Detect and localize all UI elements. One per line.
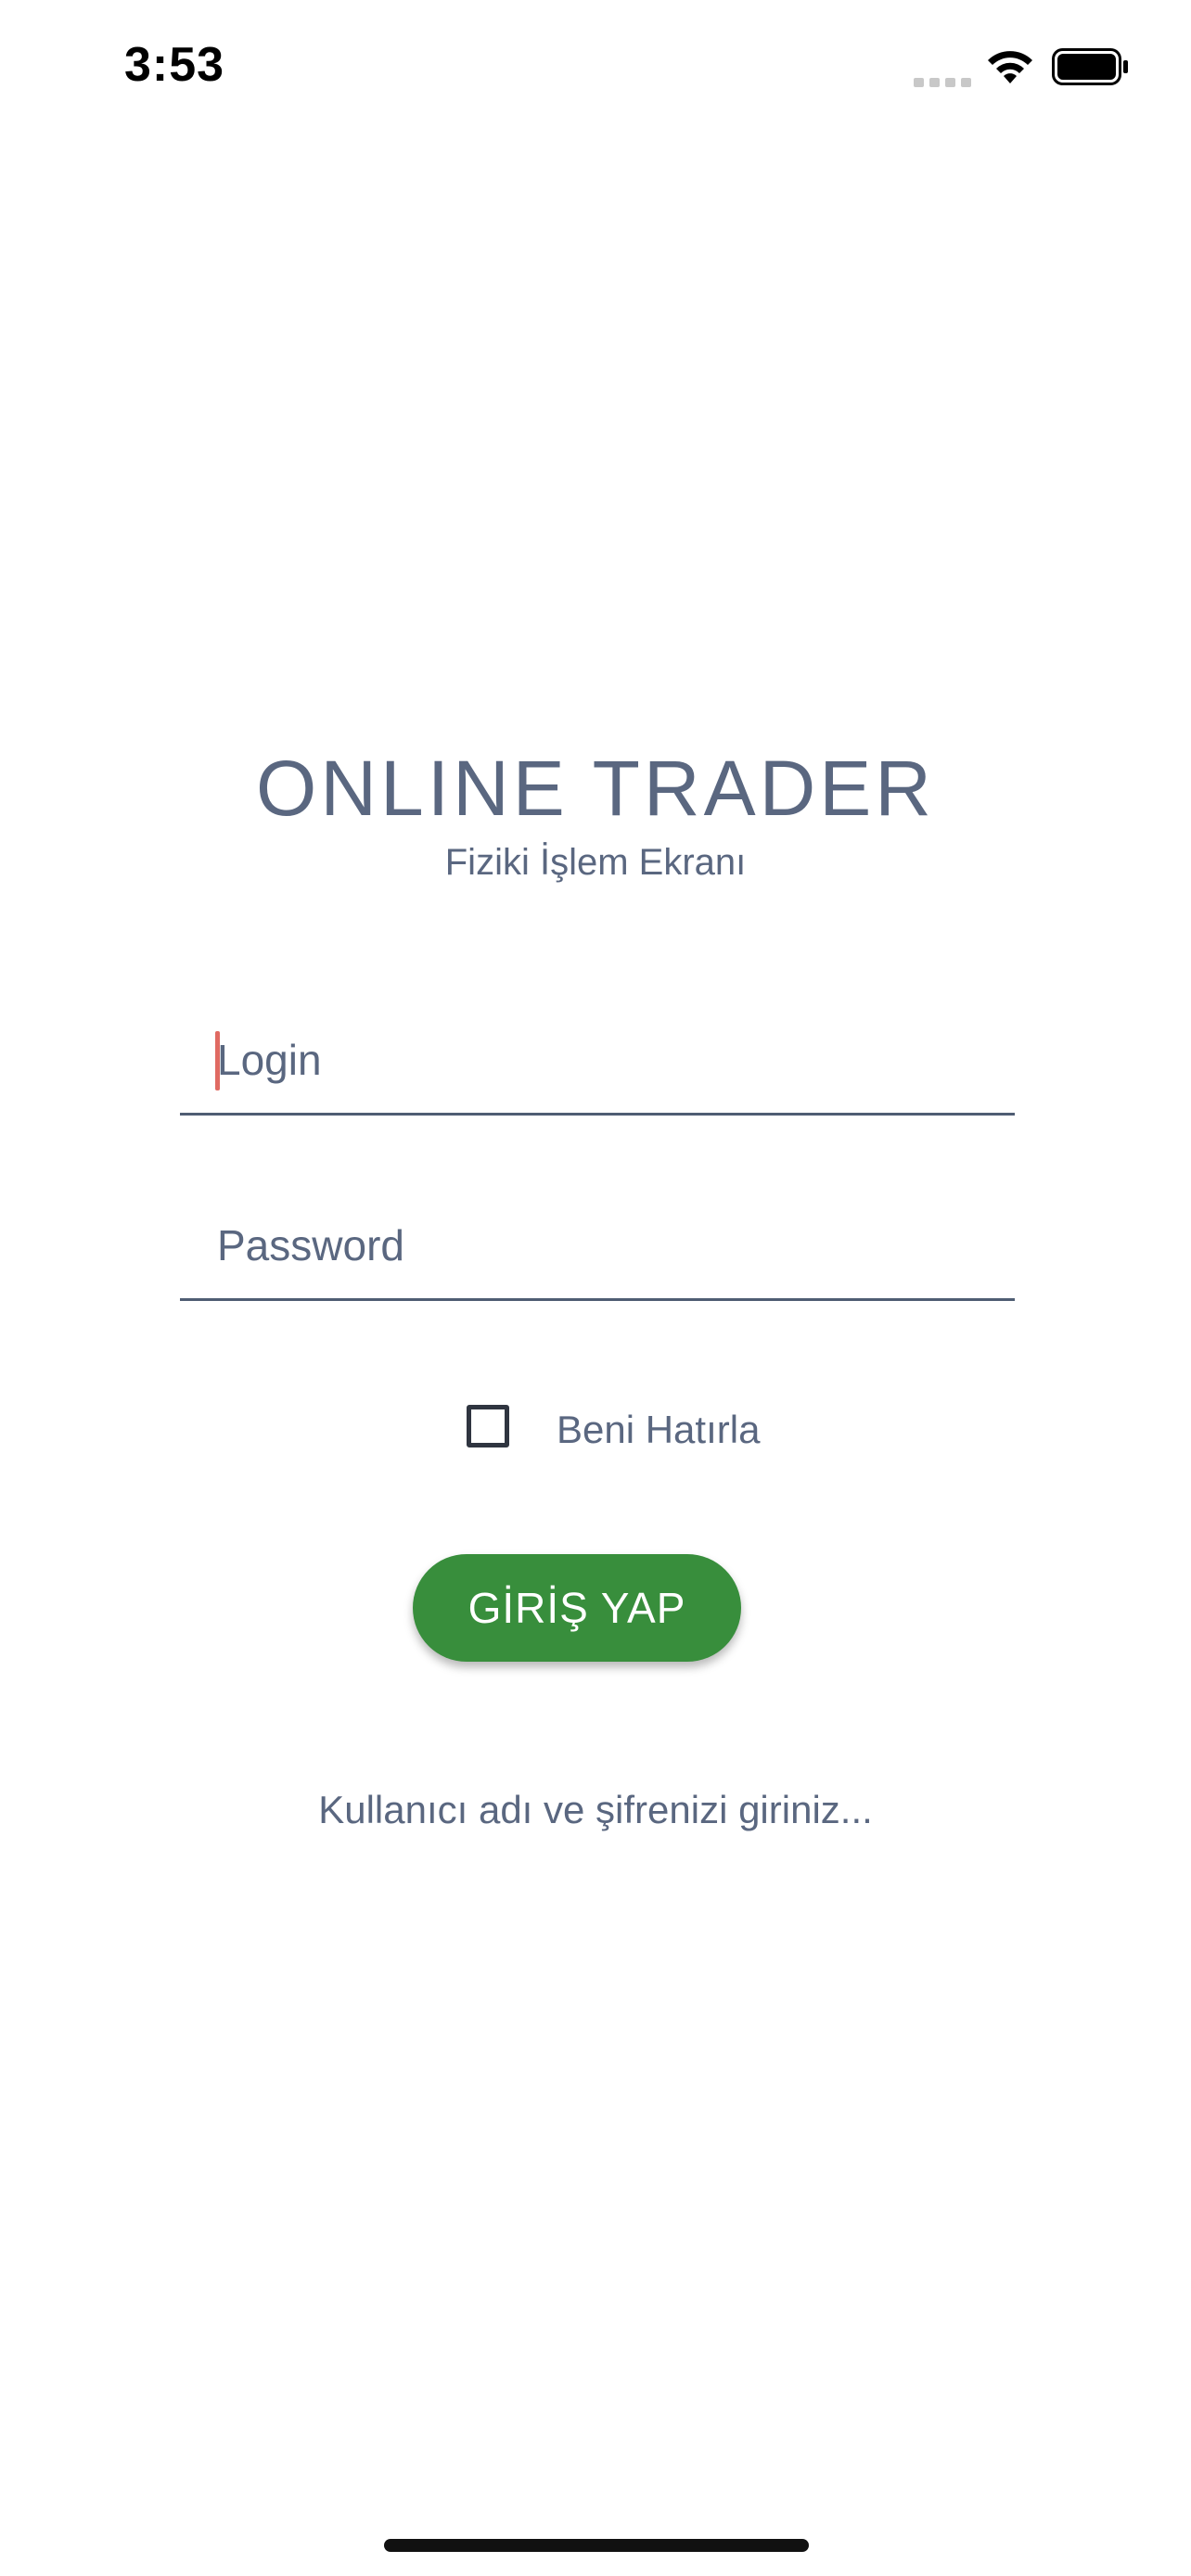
login-field[interactable] <box>180 1011 1015 1116</box>
status-time: 3:53 <box>124 38 225 92</box>
remember-me-row[interactable]: Beni Hatırla <box>464 1402 835 1458</box>
app-subtitle: Fiziki İşlem Ekranı <box>444 842 747 883</box>
status-bar: 3:53 <box>0 0 1191 139</box>
app-title: ONLINE TRADER <box>256 745 935 832</box>
cellular-signal-icon <box>914 78 971 87</box>
remember-me-checkbox[interactable] <box>467 1405 509 1447</box>
login-input[interactable] <box>217 1035 996 1085</box>
home-indicator[interactable] <box>384 2539 809 2552</box>
text-caret <box>215 1031 220 1090</box>
login-button[interactable]: GİRİŞ YAP <box>413 1554 741 1662</box>
wifi-icon <box>988 51 1032 83</box>
battery-icon <box>1052 48 1128 85</box>
remember-me-label[interactable]: Beni Hatırla <box>557 1408 760 1452</box>
password-input[interactable] <box>217 1220 996 1270</box>
hint-text: Kullanıcı adı ve şifrenizi giriniz... <box>318 1788 873 1831</box>
password-field[interactable] <box>180 1196 1015 1301</box>
